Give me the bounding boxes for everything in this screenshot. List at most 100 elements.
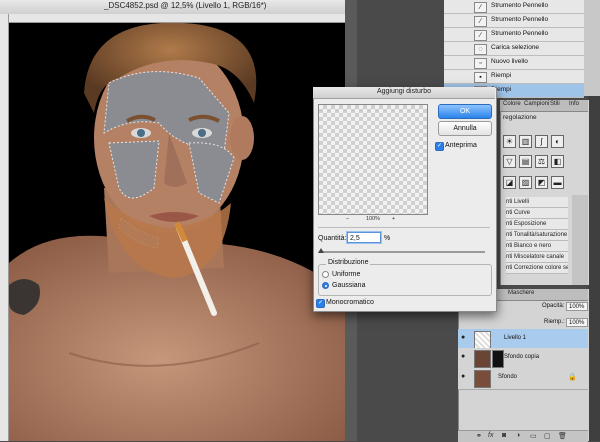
visibility-eye-icon[interactable]: ● (461, 334, 469, 341)
preset-item[interactable]: nti Esposizione (506, 219, 568, 230)
layer-name: Sfondo copia (504, 354, 540, 360)
history-item-label: Riempi (491, 72, 512, 79)
history-item[interactable]: ▪ Riempi (444, 70, 584, 84)
amount-unit: % (384, 235, 391, 242)
layer-row-sfondo[interactable]: ● Sfondo 🔒 (458, 368, 588, 390)
uniform-label: Uniforme (332, 271, 361, 278)
layer-row-sfondo-copia[interactable]: ● Sfondo copia (458, 348, 588, 370)
amount-input[interactable]: 2,5 (347, 232, 381, 243)
history-scrollbar[interactable] (584, 0, 600, 96)
history-item-label: Strumento Pennello (491, 16, 549, 23)
levels-icon[interactable]: ▥ (519, 135, 532, 148)
tab-info[interactable]: Info (569, 101, 579, 107)
layer-name: Sfondo (498, 374, 518, 380)
trash-icon[interactable]: 🗑 (558, 432, 567, 440)
preview-label: Anteprima (445, 142, 477, 149)
tab-swatches[interactable]: Campioni (524, 101, 549, 107)
history-item[interactable]: ∕ Strumento Pennello (444, 0, 584, 14)
preset-item[interactable]: nti Tonalità/saturazione (506, 230, 568, 241)
lock-icon: 🔒 (568, 374, 577, 381)
adjustments-title: regolazione (503, 114, 537, 121)
distribution-group (318, 264, 492, 296)
zoom-value: 100% (366, 216, 381, 222)
history-item[interactable]: ◌ Carica selezione (444, 42, 584, 56)
filter-preview[interactable] (318, 104, 428, 215)
posterize-icon[interactable]: ▨ (519, 176, 532, 189)
tab-masks[interactable]: Maschere (508, 290, 534, 296)
folder-icon[interactable]: ▭ (530, 432, 537, 440)
monochromatic-label: Monocromatico (326, 299, 374, 306)
invert-icon[interactable]: ◪ (503, 176, 516, 189)
gaussian-radio[interactable] (322, 282, 329, 289)
panel-tabs: Colore Campioni Stili Info (500, 100, 588, 112)
vertical-ruler (0, 14, 9, 441)
amount-slider[interactable] (320, 251, 485, 253)
adjustments-scrollbar[interactable] (572, 195, 588, 285)
distribution-label: Distribuzione (326, 259, 371, 266)
visibility-eye-icon[interactable]: ● (461, 373, 469, 380)
ok-button[interactable]: OK (438, 104, 492, 119)
selection-icon: ◌ (474, 44, 487, 55)
new-layer-icon[interactable]: ▢ (544, 432, 551, 440)
brightness-icon[interactable]: ☀ (503, 135, 516, 148)
hue-icon[interactable]: ▤ (519, 155, 532, 168)
amount-label: Quantità: (318, 235, 347, 242)
layer-name: Livello 1 (504, 335, 527, 341)
fill-icon: ▪ (474, 72, 487, 83)
layer-icon: ▫ (474, 58, 487, 69)
adjustment-layer-icon[interactable]: ◑ (516, 432, 520, 439)
bw-icon[interactable]: ◧ (551, 155, 564, 168)
zoom-out-button[interactable]: – (346, 216, 349, 222)
vibrance-icon[interactable]: ▽ (503, 155, 516, 168)
opacity-field[interactable]: 100% (566, 302, 588, 311)
layer-thumbnail (474, 331, 491, 349)
brush-icon: ∕ (474, 2, 487, 13)
exposure-icon[interactable]: ◐ (551, 135, 564, 148)
dialog-titlebar[interactable]: Aggiungi disturbo (313, 87, 495, 99)
preset-item[interactable]: nti Livelli (506, 197, 568, 208)
visibility-eye-icon[interactable]: ● (461, 353, 469, 360)
zoom-in-button[interactable]: + (392, 216, 395, 222)
layer-mask-thumbnail[interactable] (492, 350, 504, 368)
cancel-button[interactable]: Annulla (438, 121, 492, 136)
gaussian-label: Gaussiana (332, 282, 366, 289)
divider (318, 227, 490, 228)
preview-zoom-controls: – 100% + (340, 216, 406, 225)
tab-styles[interactable]: Stili (550, 101, 560, 107)
fill-field[interactable]: 100% (566, 318, 588, 327)
document-tab[interactable]: _DSC4852.psd @ 12,5% (Livello 1, RGB/16*… (0, 0, 345, 15)
preview-checkbox[interactable]: ✓ (435, 142, 444, 151)
gradient-map-icon[interactable]: ▬ (551, 176, 564, 189)
document-tab-title: _DSC4852.psd @ 12,5% (Livello 1, RGB/16*… (104, 1, 267, 10)
mask-icon[interactable]: ◙ (502, 432, 506, 439)
preset-item[interactable]: nti Correzione colore sel... (506, 263, 568, 274)
monochromatic-checkbox[interactable]: ✓ (316, 299, 325, 308)
threshold-icon[interactable]: ◩ (535, 176, 548, 189)
portrait-image (9, 23, 345, 441)
fx-icon[interactable]: fx (488, 432, 493, 439)
history-item-label: Nuovo livello (491, 58, 528, 65)
preset-item[interactable]: nti Bianco e nero (506, 241, 568, 252)
history-item[interactable]: ∕ Strumento Pennello (444, 14, 584, 28)
dialog-title: Aggiungi disturbo (376, 88, 432, 95)
layer-thumbnail (474, 350, 491, 368)
history-item[interactable]: ▫ Nuovo livello (444, 56, 584, 70)
image-canvas[interactable] (9, 23, 345, 441)
layer-thumbnail (474, 370, 491, 388)
history-item-label: Strumento Pennello (491, 30, 549, 37)
opacity-label: Opacità: (542, 303, 565, 309)
history-item[interactable]: ∕ Strumento Pennello (444, 28, 584, 42)
brush-icon: ∕ (474, 16, 487, 27)
balance-icon[interactable]: ⚖ (535, 155, 548, 168)
uniform-radio[interactable] (322, 271, 329, 278)
tab-color[interactable]: Colore (503, 101, 521, 107)
brush-icon: ∕ (474, 30, 487, 41)
fill-label: Riemp.: (544, 319, 565, 325)
amount-slider-handle[interactable] (317, 248, 324, 253)
horizontal-ruler (8, 14, 345, 23)
curves-icon[interactable]: ∫ (535, 135, 548, 148)
link-icon[interactable]: ⚭ (476, 432, 482, 440)
preset-item[interactable]: nti Miscelatore canale (506, 252, 568, 263)
preset-item[interactable]: nti Curve (506, 208, 568, 219)
history-item-label: Strumento Pennello (491, 2, 549, 9)
